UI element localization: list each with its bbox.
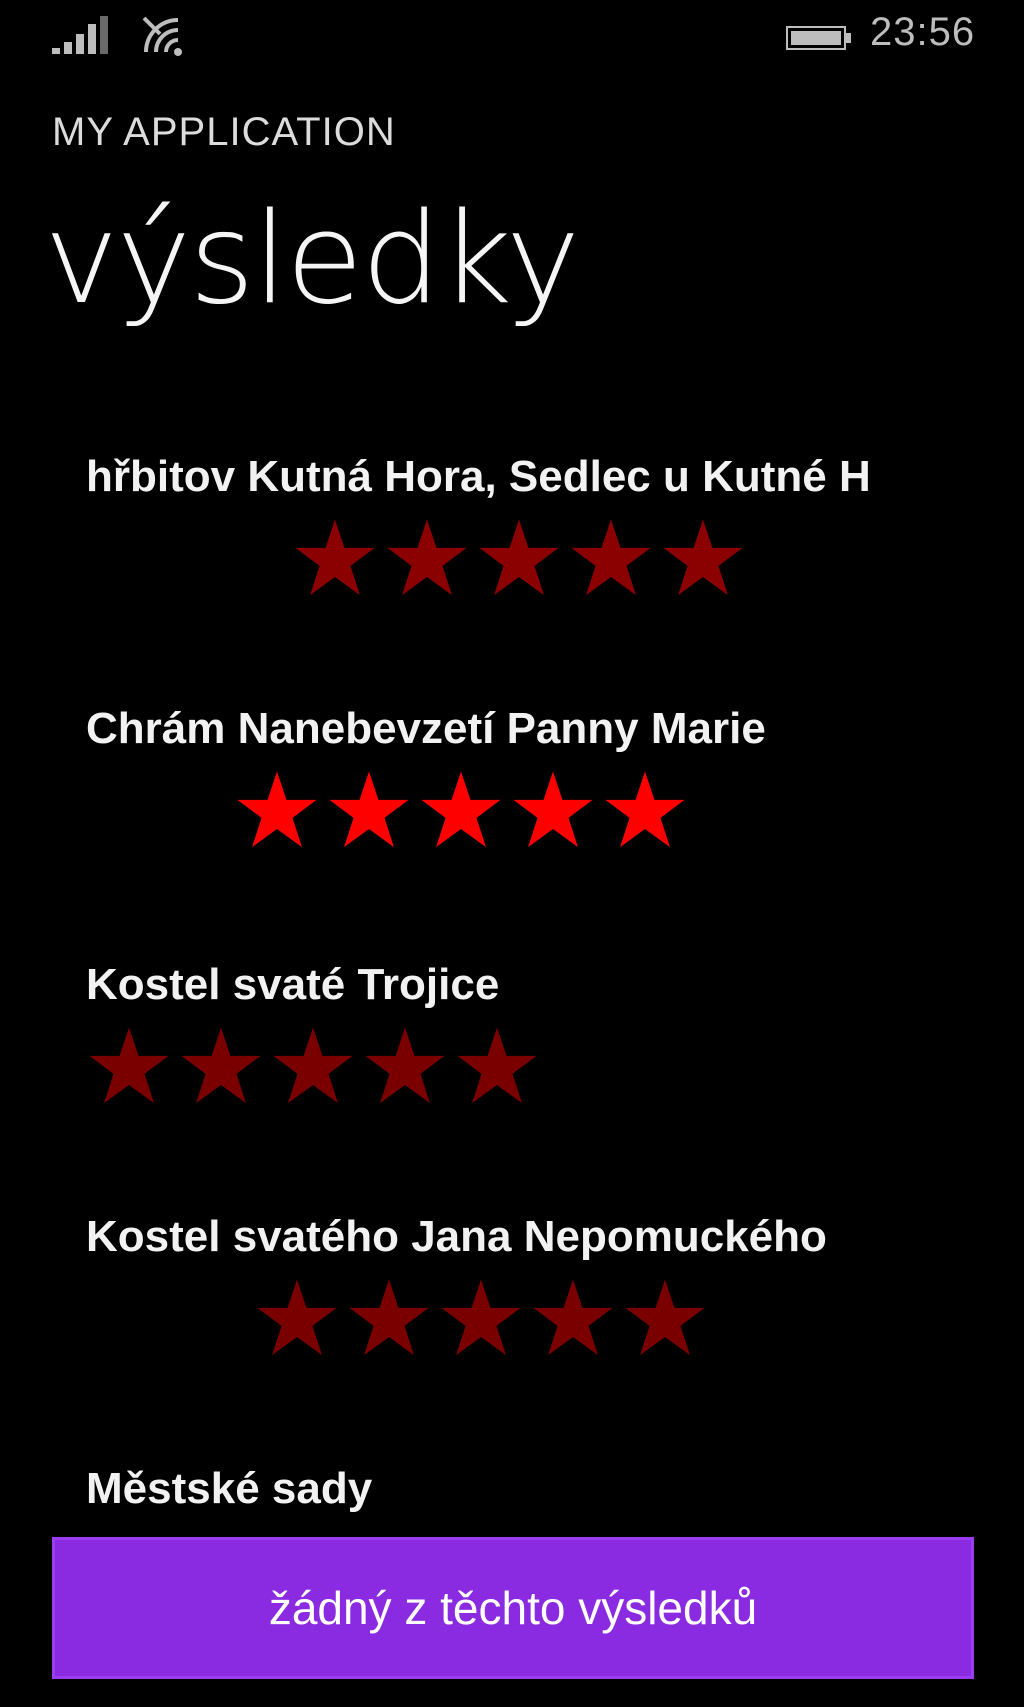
- result-name: Městské sady: [86, 1464, 373, 1513]
- star-icon: [178, 1024, 264, 1110]
- star-icon: [568, 516, 654, 602]
- wifi-icon: [142, 16, 182, 56]
- star-rating: [292, 516, 752, 604]
- app-title: MY APPLICATION: [52, 110, 396, 154]
- result-name: Kostel svaté Trojice: [86, 960, 500, 1009]
- star-icon: [660, 516, 746, 602]
- result-item[interactable]: Kostel svaté Trojice: [0, 948, 1024, 1198]
- star-icon: [346, 1528, 432, 1530]
- result-name: Kostel svatého Jana Nepomuckého: [86, 1212, 827, 1261]
- star-icon: [86, 1024, 172, 1110]
- star-icon: [476, 516, 562, 602]
- star-icon: [362, 1024, 448, 1110]
- status-bar: 23:56: [0, 0, 1024, 80]
- star-rating: [234, 768, 694, 856]
- result-item[interactable]: Městské sady: [0, 1452, 1024, 1530]
- page-title: výsledky: [44, 185, 580, 332]
- star-icon: [234, 768, 320, 854]
- star-icon: [346, 1276, 432, 1362]
- star-icon: [384, 516, 470, 602]
- star-icon: [418, 768, 504, 854]
- star-rating: [254, 1276, 714, 1364]
- star-icon: [602, 768, 688, 854]
- star-icon: [254, 1528, 340, 1530]
- star-icon: [622, 1276, 708, 1362]
- star-icon: [454, 1024, 540, 1110]
- results-list: hřbitov Kutná Hora, Sedlec u Kutné H Chr…: [0, 440, 1024, 1530]
- star-icon: [530, 1528, 616, 1530]
- star-icon: [326, 768, 412, 854]
- result-item[interactable]: hřbitov Kutná Hora, Sedlec u Kutné H: [0, 440, 1024, 690]
- star-rating: [254, 1528, 714, 1530]
- star-icon: [530, 1276, 616, 1362]
- star-icon: [622, 1528, 708, 1530]
- result-item[interactable]: Kostel svatého Jana Nepomuckého: [0, 1200, 1024, 1450]
- star-icon: [510, 768, 596, 854]
- star-icon: [254, 1276, 340, 1362]
- result-item[interactable]: Chrám Nanebevzetí Panny Marie: [0, 692, 1024, 942]
- none-of-these-button[interactable]: žádný z těchto výsledků: [52, 1537, 974, 1679]
- result-name: hřbitov Kutná Hora, Sedlec u Kutné H: [86, 452, 871, 501]
- star-rating: [86, 1024, 546, 1112]
- battery-icon: [786, 26, 851, 50]
- star-icon: [438, 1276, 524, 1362]
- signal-strength-icon: [52, 16, 108, 54]
- star-icon: [292, 516, 378, 602]
- result-name: Chrám Nanebevzetí Panny Marie: [86, 704, 766, 753]
- star-icon: [270, 1024, 356, 1110]
- clock: 23:56: [870, 10, 976, 54]
- star-icon: [438, 1528, 524, 1530]
